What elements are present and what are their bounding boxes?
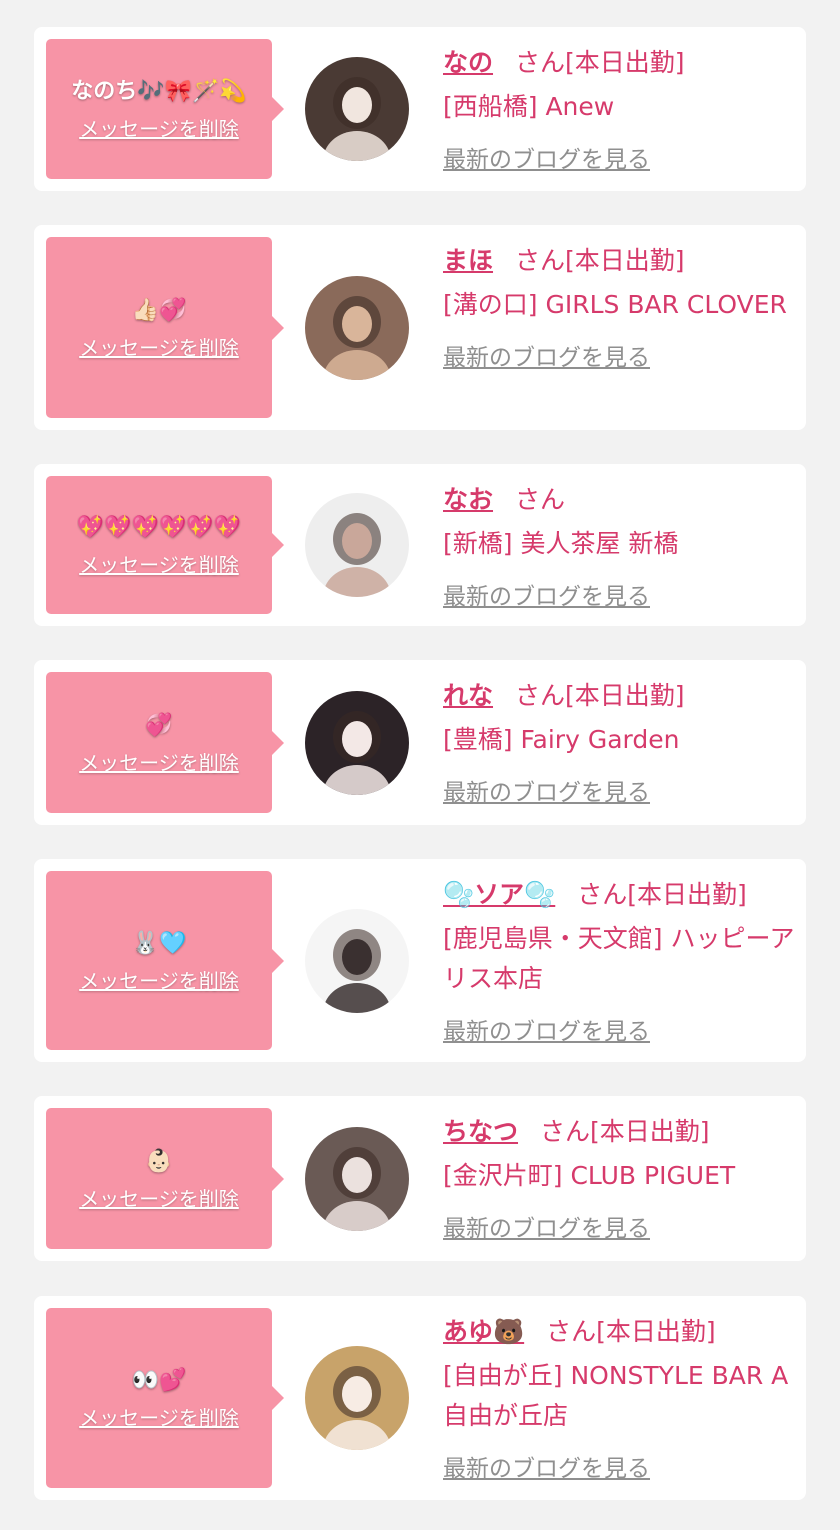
name-line: なお さん [443,480,795,520]
cast-name-link[interactable]: なお [443,485,493,514]
cast-name-link[interactable]: まほ [443,246,493,275]
message-bubble: 💞 メッセージを削除 [46,672,284,813]
message-bubble: 👍🏻💞 メッセージを削除 [46,237,284,418]
shop-name[interactable]: [溝の口] GIRLS BAR CLOVER [443,285,795,325]
avatar-photo [305,909,409,1013]
honorific: さん [515,681,566,710]
working-today-badge: [本日出勤] [590,1117,710,1146]
shop-name[interactable]: [自由が丘] NONSTYLE BAR A 自由が丘店 [443,1356,795,1436]
avatar-face [342,306,372,342]
working-today-badge: [本日出勤] [565,48,685,77]
cast-info: なお さん [新橋] 美人茶屋 新橋 最新のブログを見る [443,480,795,612]
message-card: 👍🏻💞 メッセージを削除 まほ さん[本日出勤] [溝の口] GIRLS BAR CLO… [34,225,806,430]
cast-info: あゆ🐻 さん[本日出勤] [自由が丘] NONSTYLE BAR A 自由が丘店最新… [443,1312,795,1484]
delete-message-link[interactable]: メッセージを削除 [79,117,239,141]
working-today-badge: [本日出勤] [627,880,747,909]
avatar-photo [305,276,409,380]
shop-name[interactable]: [西船橋] Anew [443,87,795,127]
cast-name-link[interactable]: 🫧ソア🫧 [443,880,555,909]
name-line: なの さん[本日出勤] [443,43,795,83]
latest-blog-link[interactable]: 最新のブログを見る [443,582,650,612]
cast-info: ちなつ さん[本日出勤] [金沢片町] CLUB PIGUET 最新のブログを見る [443,1112,795,1244]
cast-info: まほ さん[本日出勤] [溝の口] GIRLS BAR CLOVER 最新のブログを見… [443,241,795,373]
working-today-badge: [本日出勤] [565,681,685,710]
avatar[interactable] [305,909,409,1013]
shop-name[interactable]: [金沢片町] CLUB PIGUET [443,1156,795,1196]
latest-blog-link[interactable]: 最新のブログを見る [443,1214,650,1244]
latest-blog-link[interactable]: 最新のブログを見る [443,1017,650,1047]
latest-blog-link[interactable]: 最新のブログを見る [443,778,650,808]
avatar-face [342,721,372,757]
avatar[interactable] [305,1346,409,1450]
honorific: さん [540,1117,591,1146]
avatar[interactable] [305,276,409,380]
honorific: さん [577,880,628,909]
delete-message-link[interactable]: メッセージを削除 [79,751,239,775]
message-bubble: 🐰🩵 メッセージを削除 [46,871,284,1050]
working-today-badge: [本日出勤] [565,246,685,275]
message-text: なのち🎶🎀🪄💫 [71,79,247,104]
name-line: まほ さん[本日出勤] [443,241,795,281]
message-list: なのち🎶🎀🪄💫 メッセージを削除 なの さん[本日出勤] [西船橋] Anew 最新のブロ… [0,0,840,1530]
latest-blog-link[interactable]: 最新のブログを見る [443,1454,650,1484]
latest-blog-link[interactable]: 最新のブログを見る [443,343,650,373]
message-bubble: 💖💖💖💖💖💖 メッセージを削除 [46,476,284,614]
honorific: さん [515,48,566,77]
honorific: さん [515,485,566,514]
message-text: 👶🏻 [145,1148,173,1174]
avatar[interactable] [305,691,409,795]
avatar-photo [305,57,409,161]
avatar-face [342,1376,372,1412]
avatar[interactable] [305,1127,409,1231]
message-text: 👀💕 [131,1368,187,1393]
name-line: あゆ🐻 さん[本日出勤] [443,1312,795,1352]
avatar[interactable] [305,57,409,161]
message-card: 💞 メッセージを削除 れな さん[本日出勤] [豊橋] Fairy Garden 最新のブ… [34,660,806,825]
avatar-photo [305,493,409,597]
message-card: 💖💖💖💖💖💖 メッセージを削除 なお さん [新橋] 美人茶屋 新橋 最新のブログを見る [34,464,806,626]
delete-message-link[interactable]: メッセージを削除 [79,336,239,360]
cast-info: 🫧ソア🫧 さん[本日出勤] [鹿児島県・天文館] ハッピーアリス本店最新のブログを見… [443,875,795,1047]
message-text: 👍🏻💞 [131,297,187,323]
delete-message-link[interactable]: メッセージを削除 [79,1187,239,1211]
cast-name-link[interactable]: れな [443,681,493,710]
avatar-face [342,523,372,559]
avatar-face [342,939,372,975]
delete-message-link[interactable]: メッセージを削除 [79,1406,239,1430]
shop-name[interactable]: [鹿児島県・天文館] ハッピーアリス本店 [443,919,795,999]
cast-name-link[interactable]: あゆ🐻 [443,1317,524,1346]
name-line: 🫧ソア🫧 さん[本日出勤] [443,875,795,915]
name-line: ちなつ さん[本日出勤] [443,1112,795,1152]
message-text: 💞 [145,712,173,738]
honorific: さん [546,1317,597,1346]
avatar-photo [305,691,409,795]
avatar-face [342,87,372,123]
message-bubble: 👶🏻 メッセージを削除 [46,1108,284,1249]
avatar-photo [305,1127,409,1231]
message-text: 🐰🩵 [131,930,187,956]
message-card: なのち🎶🎀🪄💫 メッセージを削除 なの さん[本日出勤] [西船橋] Anew 最新のブロ… [34,27,806,191]
cast-info: なの さん[本日出勤] [西船橋] Anew 最新のブログを見る [443,43,795,175]
cast-name-link[interactable]: なの [443,48,493,77]
delete-message-link[interactable]: メッセージを削除 [79,969,239,993]
shop-name[interactable]: [新橋] 美人茶屋 新橋 [443,524,795,564]
message-card: 👶🏻 メッセージを削除 ちなつ さん[本日出勤] [金沢片町] CLUB PIGUET 最… [34,1096,806,1261]
avatar-face [342,1157,372,1193]
message-bubble: 👀💕 メッセージを削除 [46,1308,284,1488]
delete-message-link[interactable]: メッセージを削除 [79,553,239,577]
honorific: さん [515,246,566,275]
cast-name-link[interactable]: ちなつ [443,1117,518,1146]
message-bubble: なのち🎶🎀🪄💫 メッセージを削除 [46,39,284,179]
shop-name[interactable]: [豊橋] Fairy Garden [443,720,795,760]
latest-blog-link[interactable]: 最新のブログを見る [443,145,650,175]
avatar-photo [305,1346,409,1450]
cast-info: れな さん[本日出勤] [豊橋] Fairy Garden 最新のブログを見る [443,676,795,808]
working-today-badge: [本日出勤] [596,1317,716,1346]
avatar[interactable] [305,493,409,597]
message-card: 👀💕 メッセージを削除 あゆ🐻 さん[本日出勤] [自由が丘] NONSTYLE BAR… [34,1296,806,1500]
message-card: 🐰🩵 メッセージを削除 🫧ソア🫧 さん[本日出勤] [鹿児島県・天文館] ハッピーアリス… [34,859,806,1062]
message-text: 💖💖💖💖💖💖 [76,515,242,540]
name-line: れな さん[本日出勤] [443,676,795,716]
